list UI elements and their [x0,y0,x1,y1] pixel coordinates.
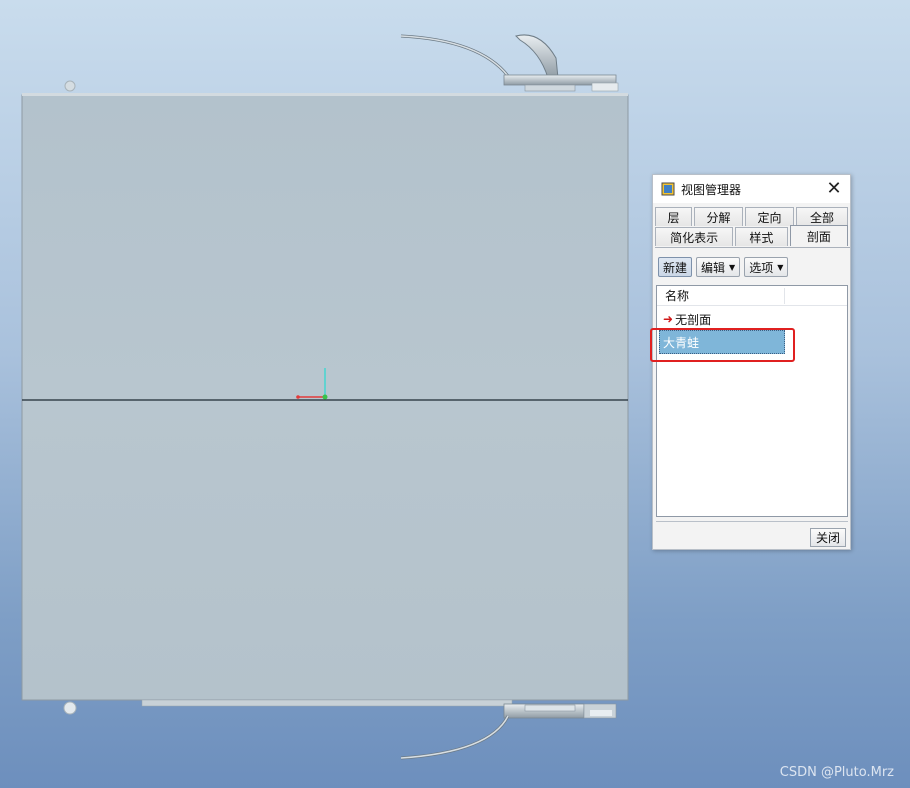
tab-strip: 层 分解 定向 全部 简化表示 样式 剖面 [655,207,850,246]
list-item-label: 无剖面 [675,312,712,327]
watermark: CSDN @Pluto.Mrz [779,765,894,780]
options-button-label: 选项 [749,260,774,275]
bottom-hinge [400,703,617,760]
section-list[interactable]: 名称 ➜ 无剖面 大青蛙 [656,285,848,517]
tab-explode[interactable]: 分解 [694,207,743,226]
edit-button-label: 编辑 [701,260,726,275]
list-header: 名称 [657,286,847,306]
options-button[interactable]: 选项 ▼ [744,257,789,277]
column-divider [784,288,785,304]
section-toolbar: 新建 编辑 ▼ 选项 ▼ [658,257,789,277]
close-button[interactable]: 关闭 [809,528,846,547]
tab-style[interactable]: 样式 [735,227,788,246]
footer-divider [656,521,848,522]
tab-orient[interactable]: 定向 [745,207,794,226]
view-manager-icon [661,182,675,196]
close-icon[interactable]: ✕ [824,179,844,199]
model-bottom-rim [141,699,513,707]
tab-layers[interactable]: 层 [655,207,692,226]
chevron-down-icon: ▼ [777,262,784,272]
pin-top [64,80,76,92]
tab-all[interactable]: 全部 [796,207,848,226]
new-button[interactable]: 新建 [658,257,693,277]
top-hinge [400,34,619,92]
name-column-header[interactable]: 名称 [665,287,689,304]
dialog-title: 视图管理器 [681,182,742,197]
list-item-no-section[interactable]: ➜ 无剖面 [657,308,847,330]
model-top-rim [22,93,628,96]
axis-origin [322,394,328,400]
view-manager-dialog: 视图管理器 ✕ 层 分解 定向 全部 简化表示 样式 剖面 新建 编辑 ▼ 选项… [650,174,851,550]
new-button-label: 新建 [663,260,688,275]
dialog-titlebar[interactable]: 视图管理器 ✕ [653,175,850,203]
red-arrow-icon: ➜ [663,312,674,326]
tab-simplified-rep[interactable]: 简化表示 [655,227,734,246]
pin-bottom [63,701,77,715]
tab-panel-divider [655,247,850,248]
tab-sections[interactable]: 剖面 [789,225,849,246]
axis-x-end [296,395,300,399]
edit-button[interactable]: 编辑 ▼ [696,257,741,277]
chevron-down-icon: ▼ [729,262,736,272]
red-highlight-box [650,328,795,362]
